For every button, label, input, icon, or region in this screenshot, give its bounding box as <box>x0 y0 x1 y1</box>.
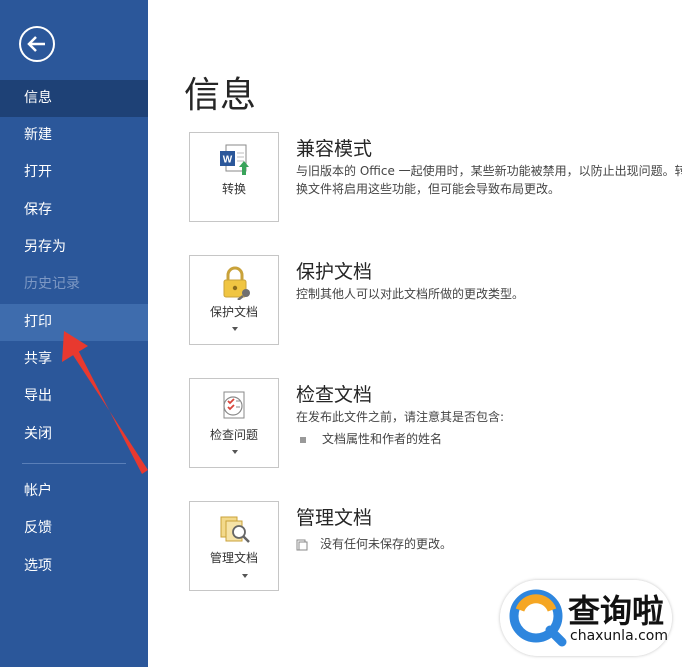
nav-feedback[interactable]: 反馈 <box>0 510 148 547</box>
nav-share[interactable]: 共享 <box>0 341 148 378</box>
nav-save-as[interactable]: 另存为 <box>0 229 148 266</box>
protect-title: 保护文档 <box>296 261 373 283</box>
nav-new[interactable]: 新建 <box>0 117 148 154</box>
inspect-description: 在发布此文件之前，请注意其是否包含: <box>296 410 505 424</box>
manage-document-search-icon <box>220 516 250 543</box>
manage-document-label: 管理文档 <box>209 551 258 565</box>
protect-description: 控制其他人可以对此文档所做的更改类型。 <box>296 287 525 301</box>
chevron-down-icon <box>242 574 248 578</box>
nav-print[interactable]: 打印 <box>0 304 148 341</box>
convert-document-icon: W <box>220 144 249 175</box>
backstage-nav: 信息 新建 打开 保存 另存为 历史记录 打印 共享 导出 关闭 帐户 反馈 选… <box>0 0 148 667</box>
word-backstage-window: 信息 新建 打开 保存 另存为 历史记录 打印 共享 导出 关闭 帐户 反馈 选… <box>0 0 682 667</box>
compatibility-description: 与旧版本的 Office 一起使用时，某些新功能被禁用，以防止出现问题。转换文件… <box>296 164 682 196</box>
inspect-title: 检查文档 <box>296 384 373 406</box>
backstage-sidebar: 信息 新建 打开 保存 另存为 历史记录 打印 共享 导出 关闭 帐户 反馈 选… <box>0 0 148 667</box>
nav-history: 历史记录 <box>24 276 80 292</box>
nav-save[interactable]: 保存 <box>0 192 148 229</box>
inspect-bullet-text: 文档属性和作者的姓名 <box>322 432 443 446</box>
watermark: 查询啦 chaxunla.com <box>500 580 672 656</box>
section-inspect: 检查问题 检查文档 在发布此文件之前，请注意其是否包含: 文档属性和作者的姓名 <box>189 378 682 470</box>
page-title: 信息 <box>184 75 257 116</box>
inspect-bullet-item: 文档属性和作者的姓名 <box>296 430 442 447</box>
lock-key-icon <box>223 266 250 300</box>
watermark-cn: 查询啦 <box>568 592 665 630</box>
nav-export[interactable]: 导出 <box>0 378 148 415</box>
section-compatibility: W 转换 兼容模式 与旧版本的 Office 一起使用时，某些新功能被禁用，以防… <box>189 132 682 224</box>
manage-title: 管理文档 <box>296 507 373 529</box>
watermark-en: chaxunla.com <box>570 628 668 644</box>
nav-close[interactable]: 关闭 <box>0 416 148 453</box>
chevron-down-icon <box>232 327 238 331</box>
protect-document-button[interactable]: 保护文档 <box>189 255 279 345</box>
convert-button[interactable]: W 转换 <box>189 132 279 222</box>
manage-document-button[interactable]: 管理文档 <box>189 501 279 591</box>
nav-divider <box>22 463 126 464</box>
chevron-down-icon <box>232 450 238 454</box>
svg-text:W: W <box>223 155 233 166</box>
check-issues-button[interactable]: 检查问题 <box>189 378 279 468</box>
compatibility-title: 兼容模式 <box>296 138 373 160</box>
bullet-square-icon <box>300 436 306 443</box>
nav-open[interactable]: 打开 <box>0 154 148 191</box>
nav-options[interactable]: 选项 <box>0 548 148 585</box>
nav-info[interactable]: 信息 <box>0 80 148 117</box>
manage-status: 没有任何未保存的更改。 <box>296 535 452 552</box>
check-issues-label: 检查问题 <box>209 428 258 442</box>
inspect-checklist-icon <box>223 391 245 419</box>
backstage-main: 信息 W 转换 兼容模式 与旧版本的 Office 一起使用时，某些新功能被禁用… <box>148 0 682 667</box>
nav-account[interactable]: 帐户 <box>0 473 148 510</box>
document-icon <box>296 539 308 550</box>
manage-status-text: 没有任何未保存的更改。 <box>320 537 453 551</box>
convert-label: 转换 <box>221 182 246 196</box>
search-logo-icon <box>509 589 567 647</box>
section-protect: 保护文档 保护文档 控制其他人可以对此文档所做的更改类型。 <box>189 255 682 347</box>
protect-document-label: 保护文档 <box>209 305 258 319</box>
